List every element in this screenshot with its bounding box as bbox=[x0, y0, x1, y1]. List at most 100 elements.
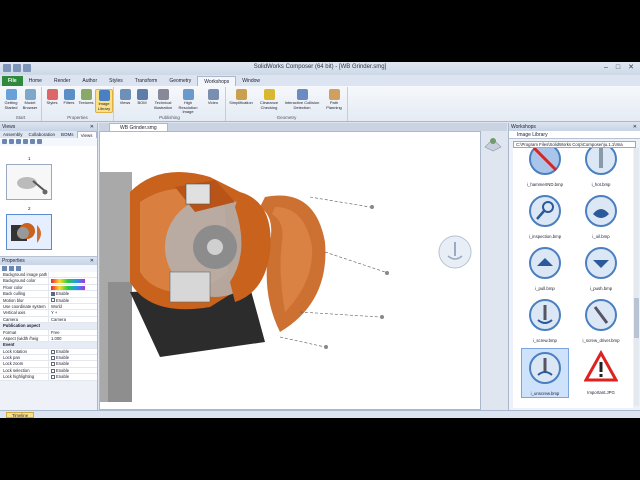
minimize-icon[interactable]: – bbox=[600, 63, 612, 73]
library-item[interactable]: i_oil.bmp bbox=[577, 192, 625, 242]
library-item[interactable]: i_pull.bmp bbox=[521, 244, 569, 294]
image-library-grid: i_hammerIND.bmp i_hot.bmp i_inspection.b… bbox=[513, 148, 633, 408]
maximize-icon[interactable]: □ bbox=[612, 63, 624, 73]
screwdriver-icon bbox=[585, 299, 617, 331]
document-tab[interactable]: WB Grinder.smg bbox=[109, 123, 168, 131]
library-item[interactable]: i_push.bmp bbox=[577, 244, 625, 294]
tab-file[interactable]: File bbox=[2, 76, 23, 86]
ribbon-tabs: File Home Render Author Styles Transform… bbox=[0, 75, 640, 86]
tab-render[interactable]: Render bbox=[48, 76, 76, 86]
tab-workshops[interactable]: Workshops bbox=[197, 76, 237, 86]
library-item[interactable]: i_screw.bmp bbox=[521, 296, 569, 346]
close-icon[interactable]: ✕ bbox=[625, 63, 637, 73]
video-button[interactable]: Video bbox=[204, 89, 222, 106]
play-icon[interactable] bbox=[37, 139, 42, 144]
property-row[interactable]: Lock highlighting Enable bbox=[0, 374, 97, 381]
view-thumbnail[interactable] bbox=[6, 164, 52, 200]
library-item[interactable]: i_screw_driver.bmp bbox=[577, 296, 625, 346]
image-library-tab[interactable]: Image Library bbox=[509, 131, 640, 139]
timeline-tab[interactable]: Timeline bbox=[6, 412, 35, 418]
views-panel-header: Views ✕ bbox=[0, 123, 97, 131]
getting-started-button[interactable]: Getting Started bbox=[2, 89, 20, 110]
tab-window[interactable]: Window bbox=[236, 76, 266, 86]
checkbox[interactable] bbox=[51, 355, 55, 360]
delete-view-icon[interactable] bbox=[16, 139, 21, 144]
close-icon[interactable]: ✕ bbox=[90, 123, 94, 131]
filter-icon[interactable] bbox=[16, 266, 21, 271]
checkbox[interactable] bbox=[51, 362, 55, 367]
textures-button[interactable]: Textures bbox=[77, 89, 95, 106]
workshops-header: Workshops ✕ bbox=[509, 123, 640, 131]
tab-views[interactable]: Views bbox=[76, 131, 97, 138]
tab-author[interactable]: Author bbox=[76, 76, 103, 86]
create-view-icon[interactable] bbox=[2, 139, 7, 144]
status-bar: Timeline bbox=[0, 410, 640, 418]
model-browser-icon bbox=[24, 89, 36, 100]
library-item[interactable]: i_hot.bmp bbox=[577, 148, 625, 190]
path-planning-button[interactable]: Path Planning bbox=[322, 89, 346, 110]
model-browser-button[interactable]: Model Browser bbox=[21, 89, 39, 110]
tab-geometry[interactable]: Geometry bbox=[163, 76, 197, 86]
sort-icon[interactable] bbox=[2, 266, 7, 271]
views-icon bbox=[119, 89, 131, 100]
image-library-button[interactable]: Image Library bbox=[95, 89, 113, 113]
clearance-checking-button[interactable]: Clearance Checking bbox=[257, 89, 281, 110]
move-up-icon[interactable] bbox=[23, 139, 28, 144]
library-path-field[interactable]: C:\Program Files\SolidWorks Corp\Compose… bbox=[513, 141, 636, 148]
checkbox[interactable] bbox=[51, 368, 55, 373]
tab-home[interactable]: Home bbox=[23, 76, 48, 86]
close-icon[interactable]: ✕ bbox=[90, 257, 94, 265]
grinder-model bbox=[100, 172, 472, 402]
filters-icon bbox=[63, 89, 75, 100]
tab-transform[interactable]: Transform bbox=[129, 76, 164, 86]
ribbon: Getting Started Model Browser Start Styl… bbox=[0, 86, 640, 122]
checkbox[interactable] bbox=[51, 292, 55, 297]
checkbox[interactable] bbox=[51, 349, 55, 354]
path-planning-icon bbox=[328, 89, 340, 100]
views-list: 1 2 bbox=[0, 146, 97, 257]
library-item[interactable]: i_inspection.bmp bbox=[521, 192, 569, 242]
simplification-button[interactable]: Simplification bbox=[228, 89, 254, 106]
ribbon-group-start: Getting Started Model Browser Start bbox=[0, 87, 42, 121]
navigation-cube-icon[interactable] bbox=[481, 131, 505, 155]
tab-collaboration[interactable]: Collaboration bbox=[26, 131, 59, 138]
unscrew-icon bbox=[529, 352, 561, 384]
color-picker[interactable] bbox=[51, 285, 85, 290]
category-icon[interactable] bbox=[9, 266, 14, 271]
view-thumbnail[interactable] bbox=[6, 214, 52, 250]
views-toolbar bbox=[0, 138, 97, 146]
filters-button[interactable]: Filters bbox=[60, 89, 78, 106]
move-down-icon[interactable] bbox=[30, 139, 35, 144]
styles-icon bbox=[46, 89, 58, 100]
views-button[interactable]: Views bbox=[116, 89, 134, 106]
textures-icon bbox=[80, 89, 92, 100]
views-panel-tabs: Assembly Collaboration BOMs Views bbox=[0, 131, 97, 138]
update-view-icon[interactable] bbox=[9, 139, 14, 144]
3d-viewport[interactable] bbox=[99, 131, 481, 410]
ribbon-group-geometry: Simplification Clearance Checking Intera… bbox=[226, 87, 348, 121]
high-resolution-image-button[interactable]: High Resolution Image bbox=[176, 89, 200, 115]
color-picker[interactable] bbox=[51, 279, 85, 284]
properties-panel: Properties ✕ Background image path Backg… bbox=[0, 257, 97, 381]
properties-toolbar bbox=[0, 265, 97, 272]
checkbox[interactable] bbox=[51, 375, 55, 380]
close-icon[interactable]: ✕ bbox=[633, 123, 637, 131]
tab-assembly[interactable]: Assembly bbox=[0, 131, 26, 138]
technical-illustration-button[interactable]: Technical Illustration bbox=[152, 89, 174, 110]
library-item-selected[interactable]: i_unscrew.bmp bbox=[521, 348, 569, 398]
viewport-side-panel bbox=[481, 131, 507, 410]
bom-button[interactable]: BOM bbox=[133, 89, 151, 106]
library-item[interactable]: i_hammerIND.bmp bbox=[521, 148, 569, 190]
workshops-panel: Workshops ✕ Image Library C:\Program Fil… bbox=[508, 123, 640, 410]
hot-icon bbox=[585, 148, 617, 175]
scrollbar-thumb[interactable] bbox=[634, 298, 639, 338]
styles-button[interactable]: Styles bbox=[43, 89, 61, 106]
tab-styles[interactable]: Styles bbox=[103, 76, 129, 86]
library-scrollbar[interactable] bbox=[634, 148, 639, 406]
inspection-icon bbox=[529, 195, 561, 227]
collision-detection-button[interactable]: Interactive Collision Detection bbox=[284, 89, 320, 110]
simplification-icon bbox=[235, 89, 247, 100]
tab-boms[interactable]: BOMs bbox=[58, 131, 77, 138]
checkbox[interactable] bbox=[51, 298, 55, 303]
library-item[interactable]: Important.JPG bbox=[577, 348, 625, 398]
